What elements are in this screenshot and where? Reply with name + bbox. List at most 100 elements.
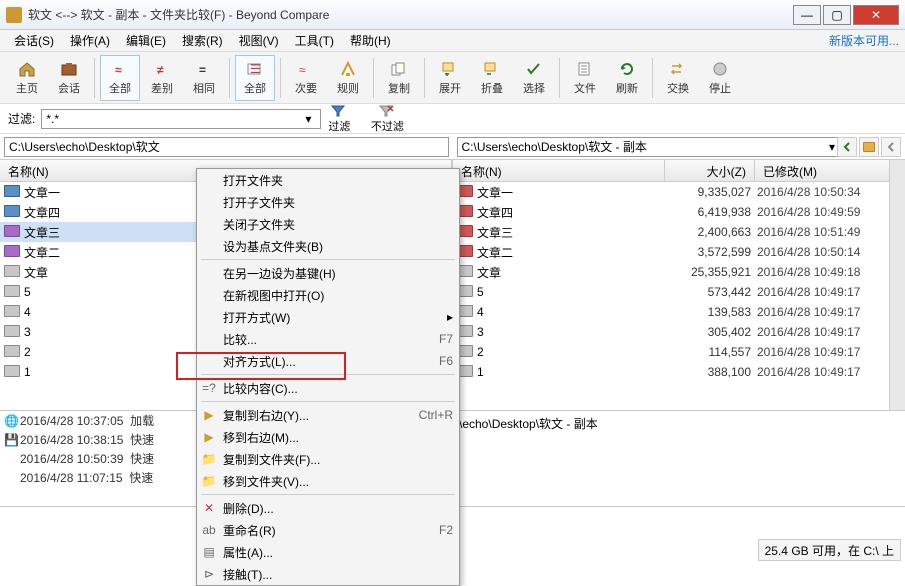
folder-icon bbox=[4, 265, 20, 279]
titlebar: 软文 <--> 软文 - 副本 - 文件夹比较(F) - Beyond Comp… bbox=[0, 0, 905, 30]
svg-text:☰: ☰ bbox=[250, 62, 261, 76]
path-right: ▾ bbox=[453, 134, 905, 159]
menubar: 会话(S) 操作(A) 编辑(E) 搜索(R) 视图(V) 工具(T) 帮助(H… bbox=[0, 30, 905, 52]
delete-icon: ✕ bbox=[201, 500, 217, 516]
menu-action[interactable]: 操作(A) bbox=[62, 30, 118, 51]
ctx-W[interactable]: 打开方式(W)▸ bbox=[197, 306, 459, 328]
statusbar: 25.4 GB 可用，在 C:\ 上 bbox=[758, 539, 901, 561]
ctx-T[interactable]: ⊳接触(T)... bbox=[197, 563, 459, 585]
file-row[interactable]: 1388,1002016/4/28 10:49:17 bbox=[453, 362, 905, 382]
col-size[interactable]: 大小(Z) bbox=[665, 160, 755, 181]
ctx-[interactable]: 关闭子文件夹 bbox=[197, 213, 459, 235]
diff-icon: ≠ bbox=[152, 60, 172, 78]
tool-diff[interactable]: ≠差别 bbox=[142, 55, 182, 101]
path-history-button[interactable] bbox=[881, 137, 901, 157]
file-row[interactable]: 2114,5572016/4/28 10:49:17 bbox=[453, 342, 905, 362]
col-modified[interactable]: 已修改(M) bbox=[755, 160, 905, 181]
file-row[interactable]: 文章三2,400,6632016/4/28 10:51:49 bbox=[453, 222, 905, 242]
ctx-R[interactable]: ab重命名(R)F2 bbox=[197, 519, 459, 541]
filter-dropdown-icon[interactable]: ▾ bbox=[305, 112, 311, 126]
move-right-icon: ▶ bbox=[201, 429, 217, 445]
ctx-B[interactable]: 设为基点文件夹(B) bbox=[197, 235, 459, 257]
file-row[interactable]: 文章二3,572,5992016/4/28 10:50:14 bbox=[453, 242, 905, 262]
file-row[interactable]: 4139,5832016/4/28 10:49:17 bbox=[453, 302, 905, 322]
file-row[interactable]: 文章四6,419,9382016/4/28 10:49:59 bbox=[453, 202, 905, 222]
save-icon: 💾 bbox=[4, 433, 20, 447]
tool-same[interactable]: =相同 bbox=[184, 55, 224, 101]
log-right-path: s\echo\Desktop\软文 - 副本 bbox=[453, 417, 598, 431]
ctx-H[interactable]: 在另一边设为基键(H) bbox=[197, 262, 459, 284]
close-button[interactable]: ✕ bbox=[853, 5, 899, 25]
file-row[interactable]: 文章25,355,9212016/4/28 10:49:18 bbox=[453, 262, 905, 282]
path-right-input[interactable] bbox=[457, 137, 845, 157]
filterbar: 过滤: ▾ 过滤 不过滤 bbox=[0, 104, 905, 134]
path-left-input[interactable] bbox=[4, 137, 449, 157]
ctx-D[interactable]: ✕删除(D)... bbox=[197, 497, 459, 519]
file-row[interactable]: 3305,4022016/4/28 10:49:17 bbox=[453, 322, 905, 342]
tool-all2[interactable]: ☰全部 bbox=[235, 55, 275, 101]
globe-icon: 🌐 bbox=[4, 414, 20, 428]
move-folder-icon: 📁 bbox=[201, 473, 217, 489]
ctx-A[interactable]: ▤属性(A)... bbox=[197, 541, 459, 563]
ctx-[interactable]: 比较...F7 bbox=[197, 328, 459, 350]
ctx-[interactable]: 打开子文件夹 bbox=[197, 191, 459, 213]
copy-icon bbox=[389, 60, 409, 78]
maximize-button[interactable]: ▢ bbox=[823, 5, 851, 25]
filter-clear-button[interactable]: 不过滤 bbox=[367, 104, 407, 134]
chevron-down-icon[interactable]: ▾ bbox=[829, 140, 835, 154]
ctx-O[interactable]: 在新视图中打开(O) bbox=[197, 284, 459, 306]
right-file-list[interactable]: 文章一9,335,0272016/4/28 10:50:34文章四6,419,9… bbox=[453, 182, 905, 410]
tool-stop[interactable]: 停止 bbox=[700, 55, 740, 101]
collapse-icon bbox=[482, 60, 502, 78]
tool-collapse[interactable]: 折叠 bbox=[472, 55, 512, 101]
tool-swap[interactable]: 交换 bbox=[658, 55, 698, 101]
tool-files[interactable]: 文件 bbox=[565, 55, 605, 101]
tool-home[interactable]: 主页 bbox=[7, 55, 47, 101]
tool-session[interactable]: 会话 bbox=[49, 55, 89, 101]
ctx-[interactable]: 打开文件夹 bbox=[197, 169, 459, 191]
ctx-L[interactable]: 对齐方式(L)...F6 bbox=[197, 350, 459, 372]
folder-icon bbox=[4, 365, 20, 379]
path-back-button[interactable] bbox=[837, 137, 857, 157]
menu-edit[interactable]: 编辑(E) bbox=[118, 30, 174, 51]
session-icon bbox=[59, 60, 79, 78]
tool-copy[interactable]: 复制 bbox=[379, 55, 419, 101]
menu-tools[interactable]: 工具(T) bbox=[287, 30, 342, 51]
svg-text:≠: ≠ bbox=[157, 63, 164, 77]
svg-text:≈: ≈ bbox=[299, 63, 306, 77]
scrollbar[interactable] bbox=[889, 160, 905, 410]
menu-session[interactable]: 会话(S) bbox=[6, 30, 62, 51]
file-row[interactable]: 5573,4422016/4/28 10:49:17 bbox=[453, 282, 905, 302]
tool-select[interactable]: 选择 bbox=[514, 55, 554, 101]
ctx-V[interactable]: 📁移到文件夹(V)... bbox=[197, 470, 459, 492]
swap-icon bbox=[668, 60, 688, 78]
tool-refresh[interactable]: 刷新 bbox=[607, 55, 647, 101]
filter-input[interactable] bbox=[41, 109, 321, 129]
tool-minor[interactable]: ≈次要 bbox=[286, 55, 326, 101]
folder-icon bbox=[4, 245, 20, 259]
menu-search[interactable]: 搜索(R) bbox=[174, 30, 231, 51]
filter-apply-button[interactable]: 过滤 bbox=[319, 104, 359, 134]
filter-label: 过滤: bbox=[8, 110, 35, 127]
ctx-Y[interactable]: ▶复制到右边(Y)...Ctrl+R bbox=[197, 404, 459, 426]
folder-icon bbox=[4, 205, 20, 219]
path-browse-button[interactable] bbox=[859, 137, 879, 157]
new-version-link[interactable]: 新版本可用... bbox=[829, 32, 899, 49]
menu-view[interactable]: 视图(V) bbox=[231, 30, 287, 51]
ctx-M[interactable]: ▶移到右边(M)... bbox=[197, 426, 459, 448]
ctx-F[interactable]: 📁复制到文件夹(F)... bbox=[197, 448, 459, 470]
tool-rules[interactable]: 规则 bbox=[328, 55, 368, 101]
right-column-header: 名称(N) 大小(Z) 已修改(M) bbox=[453, 160, 905, 182]
toolbar: 主页会话 ≈全部≠差别=相同 ☰全部 ≈次要规则复制展开折叠选择文件刷新交换停止 bbox=[0, 52, 905, 104]
same-icon: = bbox=[194, 60, 214, 78]
window-title: 软文 <--> 软文 - 副本 - 文件夹比较(F) - Beyond Comp… bbox=[28, 6, 791, 23]
ctx-C[interactable]: =?比较内容(C)... bbox=[197, 377, 459, 399]
app-icon bbox=[6, 7, 22, 23]
minimize-button[interactable]: — bbox=[793, 5, 821, 25]
minor-icon: ≈ bbox=[296, 60, 316, 78]
tool-all[interactable]: ≈全部 bbox=[100, 55, 140, 101]
tool-expand[interactable]: 展开 bbox=[430, 55, 470, 101]
menu-help[interactable]: 帮助(H) bbox=[342, 30, 399, 51]
file-row[interactable]: 文章一9,335,0272016/4/28 10:50:34 bbox=[453, 182, 905, 202]
col-name[interactable]: 名称(N) bbox=[453, 160, 665, 181]
